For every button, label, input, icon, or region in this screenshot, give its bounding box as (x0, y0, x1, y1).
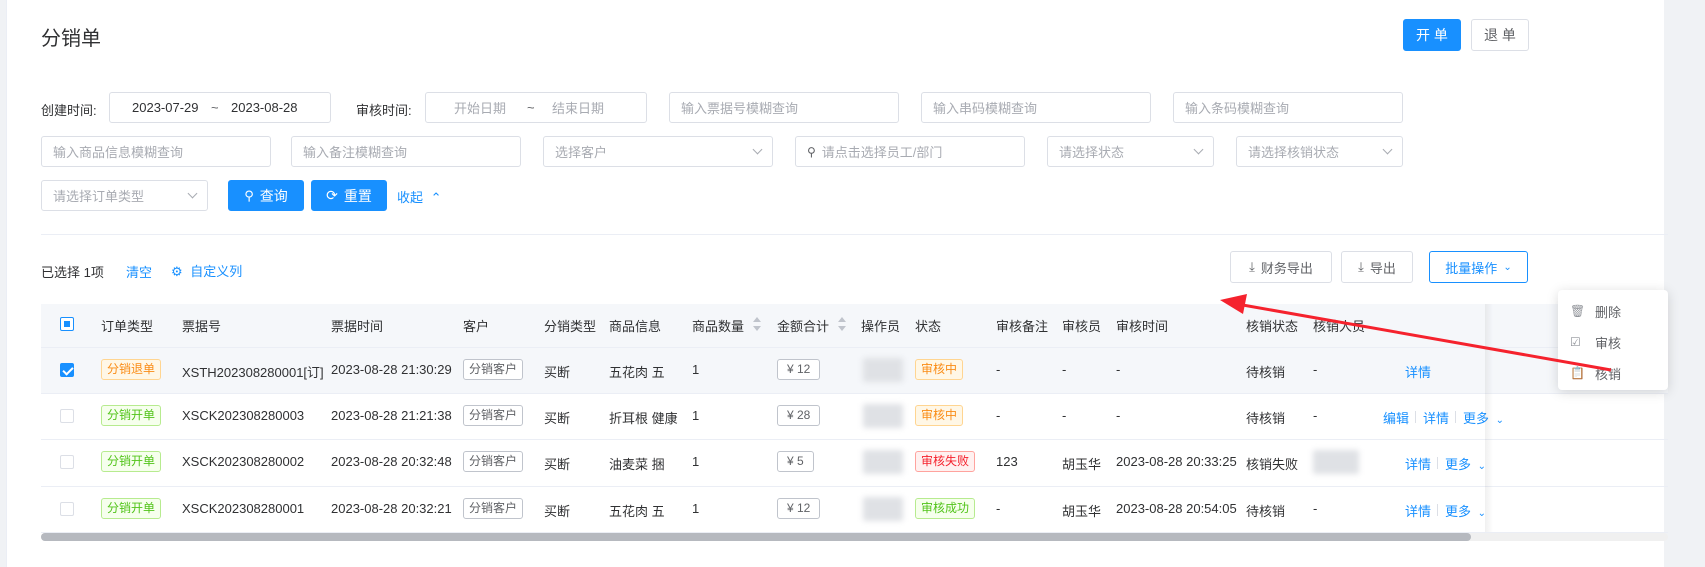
annotation-arrow (1220, 294, 1612, 372)
arrow-shaft (1236, 302, 1612, 372)
main-card: 分销单 开 单 退 单 创建时间: 2023-07-29 ~ 2023-08-2… (6, 0, 1668, 567)
arrow-head (1220, 294, 1247, 314)
